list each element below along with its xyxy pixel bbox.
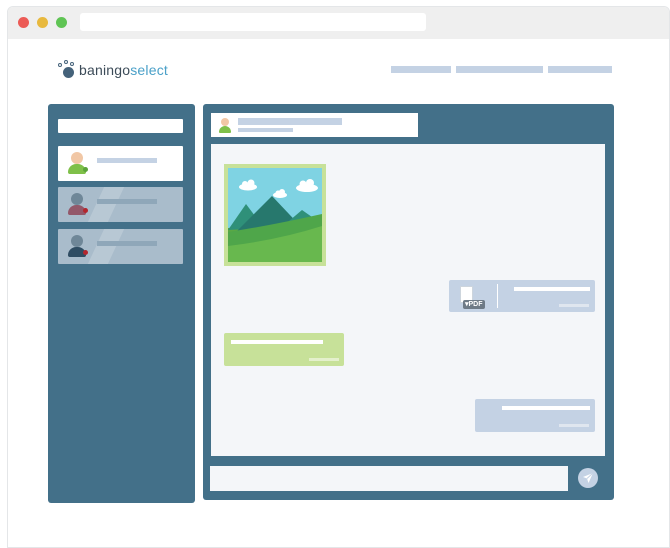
nav-link-1[interactable] [391,66,451,73]
chat-title-placeholder [238,118,342,125]
message-text-placeholder [231,340,323,344]
logo-part-1: baningo [79,62,131,78]
avatar [218,118,232,133]
contact-name-placeholder [97,241,157,246]
chat-panel: ▾PDF [203,104,614,500]
message-time-placeholder [309,358,339,361]
contacts-sidebar [48,104,195,503]
file-message[interactable]: ▾PDF [449,280,595,312]
contact-search-input[interactable] [58,119,183,133]
file-name-placeholder [514,287,590,291]
avatar [67,235,88,258]
message-input[interactable] [210,466,568,491]
avatar [67,152,88,175]
top-navigation [391,66,617,73]
maximize-window-dot[interactable] [56,17,67,28]
browser-titlebar [8,7,669,39]
away-status-dot [83,208,88,213]
away-status-dot [83,250,88,255]
send-button[interactable] [578,468,598,488]
close-window-dot[interactable] [18,17,29,28]
landscape-image-icon [228,168,322,262]
chat-subtitle-placeholder [238,128,293,132]
paper-plane-icon [583,472,594,483]
message-list: ▾PDF [211,144,605,456]
address-bar[interactable] [80,13,426,31]
avatar [67,193,88,216]
minimize-window-dot[interactable] [37,17,48,28]
pdf-badge: ▾PDF [463,300,485,309]
incoming-message-bubble[interactable] [224,333,344,366]
contact-item[interactable] [58,229,183,264]
message-time-placeholder [559,424,589,427]
outgoing-message-bubble[interactable] [475,399,595,432]
nav-link-2[interactable] [456,66,543,73]
online-status-dot [83,167,88,172]
contact-item-active[interactable] [58,146,183,181]
contact-item[interactable] [58,187,183,222]
message-text-placeholder [502,406,590,410]
bubbles-logo-icon [58,60,78,80]
nav-link-3[interactable] [548,66,612,73]
contact-name-placeholder [97,199,157,204]
contact-name-placeholder [97,158,157,163]
logo-wordmark: baningoselect [79,62,168,78]
logo-part-2: select [130,62,169,78]
chat-header [211,113,418,137]
app-logo[interactable]: baningoselect [58,59,168,81]
image-message[interactable] [224,164,326,266]
message-time-placeholder [559,304,589,307]
